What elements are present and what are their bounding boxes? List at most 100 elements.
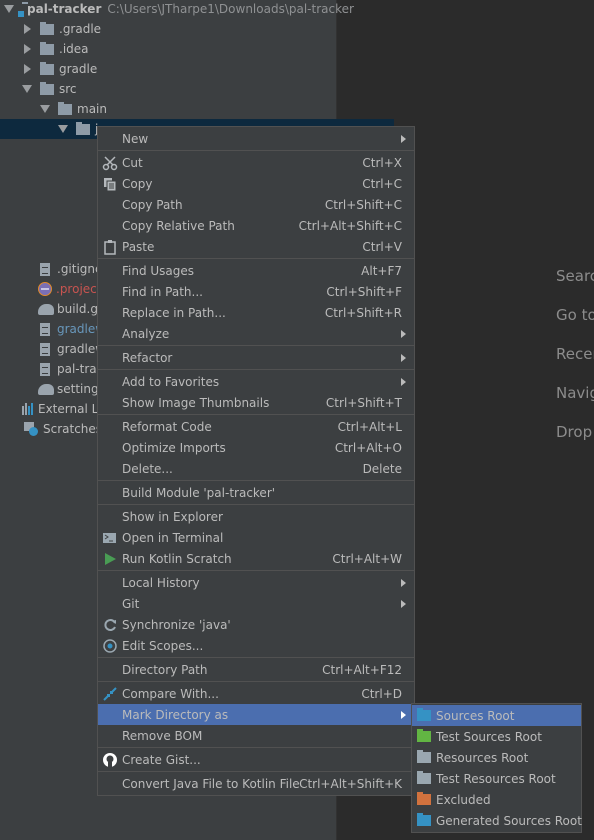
tree-item[interactable]: main <box>0 99 376 119</box>
folder-icon <box>40 41 54 55</box>
tree-item-label: .gitignc <box>57 262 102 276</box>
menu-item-mark-directory-as[interactable]: Mark Directory as <box>98 704 414 725</box>
chevron-down-icon[interactable] <box>58 125 68 133</box>
menu-item-label: Paste <box>122 239 155 254</box>
submenu-item-generated-sources-root[interactable]: Generated Sources Root <box>412 810 582 831</box>
menu-item-copy-relative-path[interactable]: Copy Relative Path Ctrl+Alt+Shift+C <box>98 215 414 236</box>
menu-item-add-to-favorites[interactable]: Add to Favorites <box>98 371 414 392</box>
menu-separator <box>98 480 414 481</box>
menu-item-analyze[interactable]: Analyze <box>98 323 414 344</box>
menu-item-label: Optimize Imports <box>122 440 226 455</box>
tree-root[interactable]: pal-tracker C:\Users\JTharpe1\Downloads\… <box>0 0 354 19</box>
menu-item-label: Copy Path <box>122 197 183 212</box>
menu-item-label: Copy Relative Path <box>122 218 235 233</box>
menu-item-build-module-pal-tracker[interactable]: Build Module 'pal-tracker' <box>98 482 414 503</box>
menu-item-find-in-path[interactable]: Find in Path... Ctrl+Shift+F <box>98 281 414 302</box>
menu-item-label: Git <box>122 596 140 611</box>
menu-item-copy[interactable]: Copy Ctrl+C <box>98 173 414 194</box>
menu-item-find-usages[interactable]: Find Usages Alt+F7 <box>98 260 414 281</box>
menu-item-label: Reformat Code <box>122 419 212 434</box>
chevron-down-icon[interactable] <box>22 85 32 93</box>
menu-item-label: Cut <box>122 155 143 170</box>
menu-item-compare-with[interactable]: Compare With... Ctrl+D <box>98 683 414 704</box>
menu-separator <box>98 150 414 151</box>
menu-item-shortcut: Ctrl+Shift+F <box>326 284 402 299</box>
menu-separator <box>98 369 414 370</box>
menu-item-create-gist[interactable]: Create Gist... <box>98 749 414 770</box>
submenu-item-label: Sources Root <box>436 708 515 723</box>
submenu-item-label: Generated Sources Root <box>436 813 582 828</box>
terminal-icon <box>102 530 118 546</box>
menu-separator <box>98 771 414 772</box>
submenu-arrow-icon <box>401 353 406 362</box>
gradle-icon <box>38 383 54 395</box>
menu-item-edit-scopes[interactable]: Edit Scopes... <box>98 635 414 656</box>
menu-separator <box>98 570 414 571</box>
chevron-right-icon[interactable] <box>24 24 31 34</box>
file-icon <box>40 342 50 356</box>
menu-item-synchronize-java[interactable]: Synchronize 'java' <box>98 614 414 635</box>
menu-separator <box>98 414 414 415</box>
menu-item-shortcut: Delete <box>362 461 402 476</box>
menu-item-shortcut: Ctrl+V <box>362 239 402 254</box>
chevron-down-icon[interactable] <box>40 105 50 113</box>
tree-item[interactable]: src <box>0 79 358 99</box>
menu-item-label: Convert Java File to Kotlin File <box>122 776 300 791</box>
folder-icon <box>76 121 90 135</box>
menu-item-label: Find in Path... <box>122 284 203 299</box>
menu-item-local-history[interactable]: Local History <box>98 572 414 593</box>
menu-item-paste[interactable]: Paste Ctrl+V <box>98 236 414 257</box>
menu-separator <box>98 504 414 505</box>
hint-go-to: Go to <box>556 306 594 324</box>
menu-item-show-in-explorer[interactable]: Show in Explorer <box>98 506 414 527</box>
menu-item-reformat-code[interactable]: Reformat Code Ctrl+Alt+L <box>98 416 414 437</box>
folder-icon <box>40 81 54 95</box>
paste-icon <box>102 239 118 255</box>
menu-item-refactor[interactable]: Refactor <box>98 347 414 368</box>
chevron-right-icon[interactable] <box>24 44 31 54</box>
menu-item-label: Open in Terminal <box>122 530 224 545</box>
menu-item-cut[interactable]: Cut Ctrl+X <box>98 152 414 173</box>
menu-item-git[interactable]: Git <box>98 593 414 614</box>
submenu-item-excluded[interactable]: Excluded <box>412 789 581 810</box>
scratches-icon <box>24 422 38 436</box>
menu-item-run-kotlin-scratch[interactable]: Run Kotlin Scratch Ctrl+Alt+W <box>98 548 414 569</box>
menu-separator <box>98 681 414 682</box>
submenu-item-test-resources-root[interactable]: Test Resources Root <box>412 768 581 789</box>
menu-item-new[interactable]: New <box>98 128 414 149</box>
tree-item[interactable]: .idea <box>0 39 358 59</box>
menu-item-show-image-thumbnails[interactable]: Show Image Thumbnails Ctrl+Shift+T <box>98 392 414 413</box>
tree-item[interactable]: .gradle <box>0 19 358 39</box>
menu-item-shortcut: Ctrl+Shift+T <box>325 395 402 410</box>
menu-item-label: Replace in Path... <box>122 305 226 320</box>
hint-search: Search <box>556 267 594 285</box>
tree-item-label: .gradle <box>59 22 102 36</box>
submenu-item-test-sources-root[interactable]: Test Sources Root <box>412 726 581 747</box>
menu-item-remove-bom[interactable]: Remove BOM <box>98 725 414 746</box>
library-icon <box>22 403 33 415</box>
menu-item-convert-java-file-to-kotlin-file[interactable]: Convert Java File to Kotlin File Ctrl+Alt… <box>98 773 414 794</box>
copy-icon <box>102 176 118 192</box>
submenu-item-sources-root[interactable]: Sources Root <box>412 705 581 726</box>
menu-item-shortcut: Ctrl+Alt+Shift+C <box>298 218 402 233</box>
menu-item-delete[interactable]: Delete... Delete <box>98 458 414 479</box>
chevron-right-icon[interactable] <box>24 64 31 74</box>
chevron-down-icon[interactable] <box>4 5 14 13</box>
menu-item-label: Compare With... <box>122 686 219 701</box>
menu-item-label: Mark Directory as <box>122 707 229 722</box>
menu-item-shortcut: Alt+F7 <box>361 263 402 278</box>
folder-icon <box>40 21 54 35</box>
menu-item-replace-in-path[interactable]: Replace in Path... Ctrl+Shift+R <box>98 302 414 323</box>
menu-item-directory-path[interactable]: Directory Path Ctrl+Alt+F12 <box>98 659 414 680</box>
menu-item-copy-path[interactable]: Copy Path Ctrl+Shift+C <box>98 194 414 215</box>
tree-item-label: .project <box>56 282 102 296</box>
menu-item-shortcut: Ctrl+Shift+C <box>324 197 402 212</box>
menu-item-optimize-imports[interactable]: Optimize Imports Ctrl+Alt+O <box>98 437 414 458</box>
submenu-item-resources-root[interactable]: Resources Root <box>412 747 581 768</box>
scope-icon <box>102 638 118 654</box>
menu-item-label: Directory Path <box>122 662 208 677</box>
submenu-item-label: Test Resources Root <box>436 771 556 786</box>
tree-item[interactable]: gradle <box>0 59 358 79</box>
tree-item-label: src <box>59 82 77 96</box>
menu-item-open-in-terminal[interactable]: Open in Terminal <box>98 527 414 548</box>
